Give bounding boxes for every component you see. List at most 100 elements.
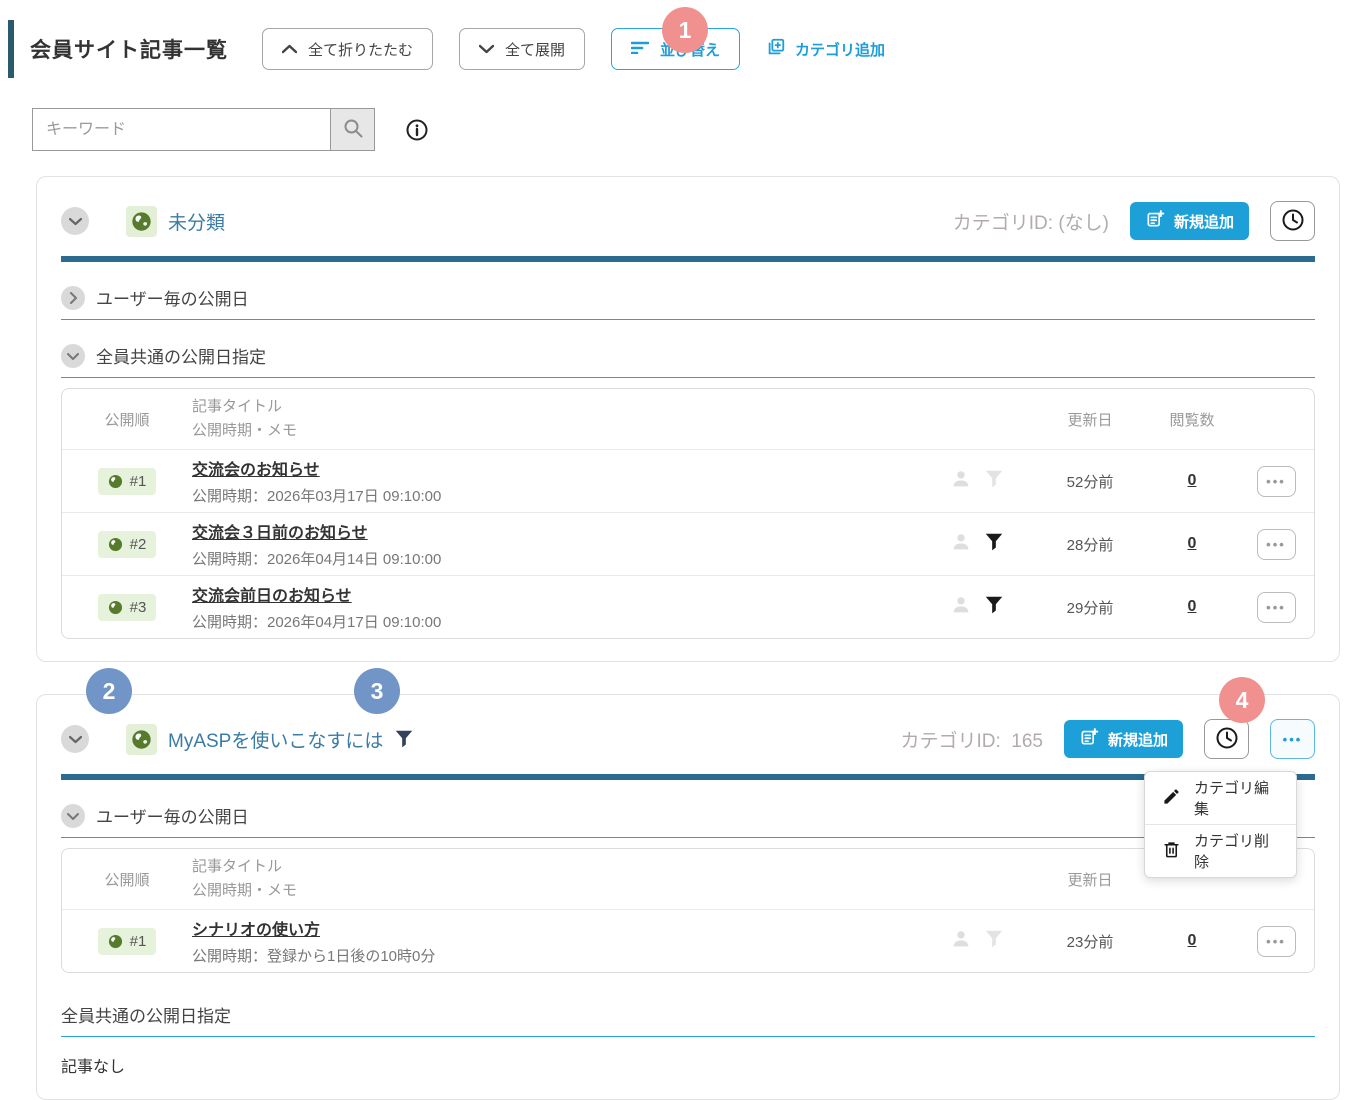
col-order: 公開順 xyxy=(62,869,192,890)
page: 会員サイト記事一覧 全て折りたたむ 全て展開 並び替え xyxy=(0,0,1364,1095)
row-more-button[interactable]: ••• xyxy=(1257,592,1296,623)
filter-funnel-icon[interactable] xyxy=(983,531,1005,558)
category-title[interactable]: 未分類 xyxy=(168,208,225,235)
document-plus-icon xyxy=(1145,209,1165,233)
globe-icon xyxy=(108,537,123,552)
search-icon xyxy=(343,118,363,141)
collapse-all-button[interactable]: 全て折りたたむ xyxy=(262,28,433,70)
ellipsis-icon: ••• xyxy=(1266,601,1286,614)
filter-funnel-icon[interactable] xyxy=(983,928,1005,955)
category-card-myasp: MyASPを使いこなすには カテゴリID: 165 新規追加 xyxy=(36,694,1340,1100)
category-header: MyASPを使いこなすには カテゴリID: 165 新規追加 xyxy=(61,713,1315,765)
row-more-button[interactable]: ••• xyxy=(1257,926,1296,957)
ellipsis-icon: ••• xyxy=(1266,538,1286,551)
table-header-row: 公開順 記事タイトル 公開時期・メモ 更新日 閲覧数 xyxy=(62,389,1314,449)
annotation-badge-2: 2 xyxy=(86,668,132,714)
person-icon xyxy=(950,928,972,955)
category-header-actions: カテゴリID: (なし) 新規追加 xyxy=(953,201,1315,241)
category-collapse-button[interactable] xyxy=(61,207,89,235)
col-title: 記事タイトル 公開時期・メモ xyxy=(192,855,950,903)
filter-funnel-icon[interactable] xyxy=(983,468,1005,495)
globe-icon xyxy=(108,934,123,949)
article-cell: 交流会のお知らせ 公開時期：2026年03月17日 09:10:00 xyxy=(192,456,950,506)
clock-icon xyxy=(1281,208,1305,235)
section-common-publish: 全員共通の公開日指定 xyxy=(61,343,1315,378)
ellipsis-icon: ••• xyxy=(1283,733,1303,746)
menu-item-edit-category[interactable]: カテゴリ編集 xyxy=(1145,772,1296,824)
schedule-clock-button[interactable] xyxy=(1204,719,1249,759)
globe-icon xyxy=(108,474,123,489)
article-period: 公開時期：2026年04月14日 09:10:00 xyxy=(192,548,950,569)
section-common-publish-label: 全員共通の公開日指定 xyxy=(61,1002,231,1027)
article-title-link[interactable]: 交流会のお知らせ xyxy=(192,456,950,480)
expand-all-button[interactable]: 全て展開 xyxy=(459,28,585,70)
section-common-publish-label: 全員共通の公開日指定 xyxy=(96,343,266,368)
schedule-clock-button[interactable] xyxy=(1270,201,1315,241)
table-row: #1 交流会のお知らせ 公開時期：2026年03月17日 09:10:00 52… xyxy=(62,449,1314,512)
article-views-link[interactable]: 0 xyxy=(1146,472,1238,490)
table-header-row: 公開順 記事タイトル 公開時期・メモ 更新日 xyxy=(62,849,1314,909)
article-title-link[interactable]: 交流会前日のお知らせ xyxy=(192,582,950,606)
article-views-link[interactable]: 0 xyxy=(1146,932,1238,950)
row-icons xyxy=(950,928,1034,955)
category-header-actions: カテゴリID: 165 新規追加 xyxy=(900,719,1315,759)
sort-icon xyxy=(631,40,649,58)
search-input[interactable] xyxy=(32,108,330,151)
article-title-link[interactable]: シナリオの使い方 xyxy=(192,916,950,940)
table-row: #2 交流会３日前のお知らせ 公開時期：2026年04月14日 09:10:00… xyxy=(62,512,1314,575)
table-row: #1 シナリオの使い方 公開時期：登録から1日後の10時0分 23分前 0 ••… xyxy=(62,909,1314,972)
article-views-link[interactable]: 0 xyxy=(1146,535,1238,553)
add-category-label: カテゴリ追加 xyxy=(795,39,885,60)
article-cell: 交流会前日のお知らせ 公開時期：2026年04月17日 09:10:00 xyxy=(192,582,950,632)
filter-funnel-icon[interactable] xyxy=(983,594,1005,621)
section-expanded-chevron-down-icon[interactable] xyxy=(61,804,85,828)
section-common-publish: 全員共通の公開日指定 xyxy=(61,1002,1315,1037)
article-title-link[interactable]: 交流会３日前のお知らせ xyxy=(192,519,950,543)
add-category-icon xyxy=(766,37,786,61)
col-updated: 更新日 xyxy=(1034,409,1146,430)
category-collapse-button[interactable] xyxy=(61,725,89,753)
pencil-icon xyxy=(1162,787,1181,810)
articles-table: 公開順 記事タイトル 公開時期・メモ 更新日 閲覧数 #1 交流会のお知らせ xyxy=(61,388,1315,639)
trash-icon xyxy=(1162,840,1181,863)
order-badge: #3 xyxy=(98,594,157,621)
section-user-publish-label: ユーザー毎の公開日 xyxy=(96,803,249,828)
category-id: カテゴリID: 165 xyxy=(900,726,1043,753)
annotation-badge-1: 1 xyxy=(662,7,708,53)
row-more-button[interactable]: ••• xyxy=(1257,466,1296,497)
chevron-down-icon xyxy=(479,41,494,58)
section-user-publish: ユーザー毎の公開日 xyxy=(61,803,1315,838)
section-collapsed-chevron-right-icon[interactable] xyxy=(61,286,85,310)
person-icon xyxy=(950,468,972,495)
ellipsis-icon: ••• xyxy=(1266,475,1286,488)
section-user-publish: ユーザー毎の公開日 xyxy=(61,285,1315,320)
info-icon[interactable] xyxy=(406,119,428,141)
topbar-buttons: 全て折りたたむ 全て展開 並び替え xyxy=(262,28,885,70)
col-views: 閲覧数 xyxy=(1146,409,1238,430)
menu-item-delete-category[interactable]: カテゴリ削除 xyxy=(1145,825,1296,877)
annotation-badge-4: 4 xyxy=(1219,677,1265,723)
article-views-link[interactable]: 0 xyxy=(1146,598,1238,616)
ellipsis-icon: ••• xyxy=(1266,935,1286,948)
new-article-button[interactable]: 新規追加 xyxy=(1130,202,1249,240)
col-order: 公開順 xyxy=(62,409,192,430)
row-icons xyxy=(950,468,1034,495)
row-more-button[interactable]: ••• xyxy=(1257,529,1296,560)
search-button[interactable] xyxy=(330,108,375,151)
article-updated: 28分前 xyxy=(1034,534,1146,555)
article-updated: 52分前 xyxy=(1034,471,1146,492)
category-title[interactable]: MyASPを使いこなすには xyxy=(168,726,383,753)
category-more-button[interactable]: ••• xyxy=(1270,719,1315,759)
article-cell: シナリオの使い方 公開時期：登録から1日後の10時0分 xyxy=(192,916,950,966)
col-title: 記事タイトル 公開時期・メモ xyxy=(192,395,950,443)
clock-icon xyxy=(1215,726,1239,753)
document-plus-icon xyxy=(1079,727,1099,751)
section-expanded-chevron-down-icon[interactable] xyxy=(61,344,85,368)
category-filter-funnel-icon[interactable] xyxy=(393,728,415,750)
category-context-menu: カテゴリ編集 カテゴリ削除 xyxy=(1144,771,1297,878)
add-category-link[interactable]: カテゴリ追加 xyxy=(766,37,885,61)
chevron-up-icon xyxy=(282,41,297,58)
new-article-button[interactable]: 新規追加 xyxy=(1064,720,1183,758)
globe-icon xyxy=(126,206,157,237)
new-article-label: 新規追加 xyxy=(1174,211,1234,232)
